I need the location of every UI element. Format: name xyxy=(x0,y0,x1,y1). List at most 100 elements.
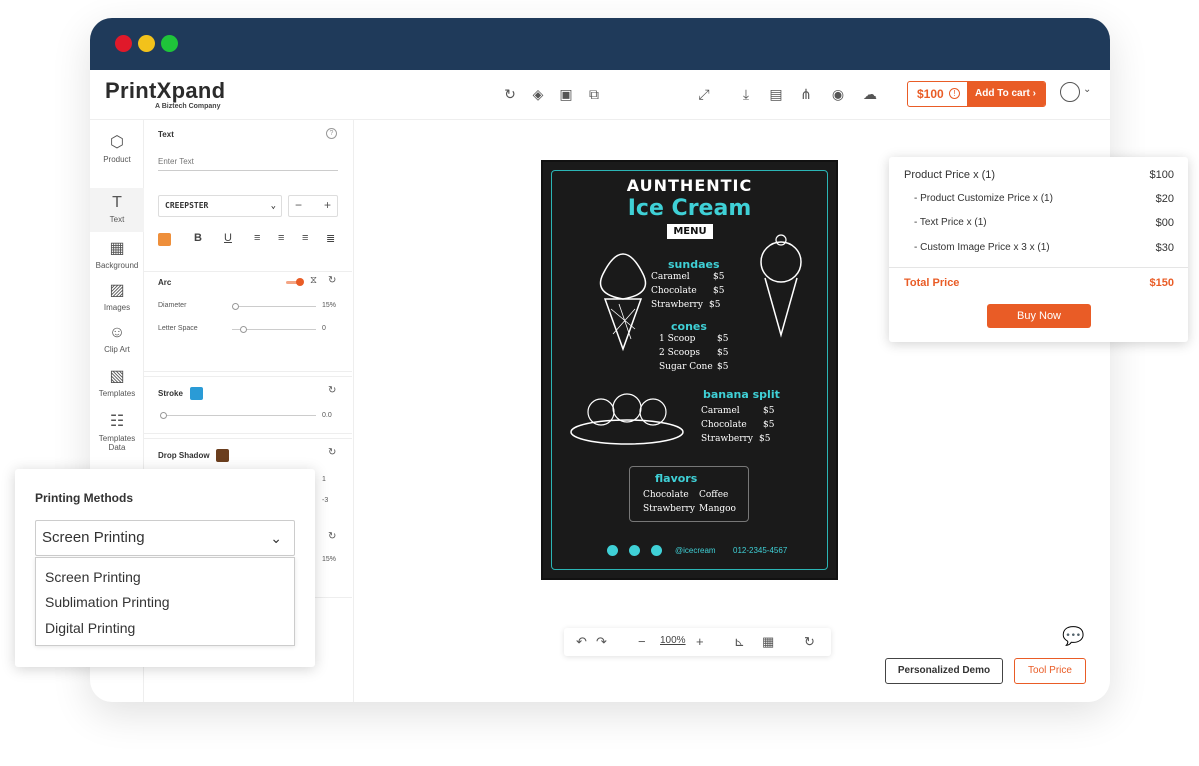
total-price-value: $150 xyxy=(1149,277,1174,289)
sundae-price-3: $5 xyxy=(709,300,721,310)
user-avatar-icon[interactable] xyxy=(1060,82,1080,102)
text-section: Text ? CREEPSTER ⌄ − + B U ≡ ≡ ≡ ≣ xyxy=(144,120,352,272)
help-icon[interactable]: ? xyxy=(326,128,337,139)
poster-title-1: AUNTHENTIC xyxy=(626,176,753,195)
minimize-window-button[interactable] xyxy=(138,35,155,52)
sidebar-item-templates-data[interactable]: ☷ Templates Data xyxy=(90,413,144,459)
reset-arc-icon[interactable]: ↻ xyxy=(328,275,336,286)
arc-toggle[interactable] xyxy=(286,278,304,286)
text-icon: T xyxy=(112,194,122,211)
redo-icon[interactable]: ↷ xyxy=(596,634,607,650)
plus-icon[interactable]: + xyxy=(324,198,331,212)
align-left-icon[interactable]: ≡ xyxy=(254,232,260,244)
sundae-item-3: Strawberry xyxy=(651,300,703,310)
info-icon[interactable]: ! xyxy=(949,88,960,99)
reset-view-icon[interactable]: ↻ xyxy=(804,634,815,650)
align-center-icon[interactable]: ≡ xyxy=(278,232,284,244)
zoom-level[interactable]: 100% xyxy=(660,635,686,646)
product-price-value: $100 xyxy=(1149,169,1174,181)
preview-eye-icon[interactable]: ◉ xyxy=(830,86,846,102)
flavor-4: Mangoo xyxy=(699,504,736,514)
option-sublimation-printing[interactable]: Sublimation Printing xyxy=(45,594,170,610)
font-select[interactable]: CREEPSTER ⌄ xyxy=(158,195,282,217)
duplicate-icon[interactable]: ⧉ xyxy=(586,86,602,102)
text-input[interactable] xyxy=(158,153,338,171)
poster-title-2: Ice Cream xyxy=(627,196,752,221)
price-breakdown-popup: Product Price x (1) $100 - Product Custo… xyxy=(889,157,1188,342)
reset-shadow-icon[interactable]: ↻ xyxy=(328,447,336,458)
shadow-color-swatch[interactable] xyxy=(216,449,229,462)
chat-icon[interactable]: 💬 xyxy=(1062,626,1084,647)
maximize-window-button[interactable] xyxy=(161,35,178,52)
sidebar-item-background[interactable]: ▦ Background xyxy=(90,240,144,280)
download-icon[interactable]: ⤓ xyxy=(738,86,754,102)
divider xyxy=(889,267,1188,268)
fullscreen-icon[interactable]: ⤢ xyxy=(696,86,712,102)
stroke-slider-handle[interactable] xyxy=(160,412,167,419)
font-size-stepper[interactable]: − + xyxy=(288,195,338,217)
sundae-price-2: $5 xyxy=(713,286,725,296)
cloud-icon[interactable]: ☁ xyxy=(862,86,878,102)
grid-icon[interactable]: ▦ xyxy=(762,634,774,650)
diameter-slider-handle[interactable] xyxy=(232,303,239,310)
cube-icon: ⬡ xyxy=(110,134,124,151)
phone-number: 012-2345-4567 xyxy=(733,546,788,555)
refresh-icon[interactable]: ↻ xyxy=(502,86,518,102)
menu-poster[interactable]: AUNTHENTIC Ice Cream MENU sundaes Carame… xyxy=(541,160,838,580)
logo: PrintXpand xyxy=(105,78,226,103)
align-right-icon[interactable]: ≡ xyxy=(302,232,308,244)
buy-now-button[interactable]: Buy Now xyxy=(987,304,1091,328)
chevron-down-icon[interactable]: ⌄ xyxy=(1083,84,1091,95)
sidebar-item-label: Images xyxy=(103,303,131,312)
stroke-title: Stroke xyxy=(158,389,183,398)
custom-image-price-value: $30 xyxy=(1155,242,1174,254)
templates-data-icon: ☷ xyxy=(109,413,125,430)
custom-image-price-label: - Custom Image Price x 3 x (1) xyxy=(914,242,1050,253)
sidebar-item-images[interactable]: ▨ Images xyxy=(90,282,144,322)
customize-price-label: - Product Customize Price x (1) xyxy=(914,193,1053,204)
text-price-value: $00 xyxy=(1155,217,1174,229)
sidebar-item-text[interactable]: T Text xyxy=(90,188,144,232)
cone-price-1: $5 xyxy=(717,334,729,344)
sidebar-item-templates[interactable]: ▧ Templates xyxy=(90,368,144,408)
flip-arc-icon[interactable]: ⧖ xyxy=(310,275,317,286)
layers-icon[interactable]: ◈ xyxy=(530,86,546,102)
option-screen-printing[interactable]: Screen Printing xyxy=(45,569,141,585)
text-price-label: - Text Price x (1) xyxy=(914,217,987,228)
cone-item-1: 1 Scoop xyxy=(659,334,696,344)
ruler-icon[interactable]: ⊾ xyxy=(734,634,745,650)
personalized-demo-button[interactable]: Personalized Demo xyxy=(885,658,1003,684)
text-color-swatch[interactable] xyxy=(158,233,171,246)
letter-space-slider[interactable] xyxy=(232,326,316,333)
sidebar-item-label: Clip Art xyxy=(104,345,130,354)
frame-icon[interactable]: ▣ xyxy=(558,86,574,102)
stroke-color-swatch[interactable] xyxy=(190,387,203,400)
add-to-cart-button[interactable]: Add To cart › xyxy=(967,82,1045,106)
logo-subtitle: A Biztech Company xyxy=(155,103,221,110)
sundae-item-2: Chocolate xyxy=(651,286,697,296)
justify-icon[interactable]: ≣ xyxy=(326,232,335,245)
undo-icon[interactable]: ↶ xyxy=(576,634,587,650)
diameter-slider[interactable] xyxy=(232,303,316,310)
close-window-button[interactable] xyxy=(115,35,132,52)
reset-blur-icon[interactable]: ↻ xyxy=(328,531,336,542)
sidebar-item-product[interactable]: ⬡ Product xyxy=(90,134,144,178)
letter-space-slider-handle[interactable] xyxy=(240,326,247,333)
tool-price-button[interactable]: Tool Price xyxy=(1014,658,1086,684)
share-icon[interactable]: ⋔ xyxy=(798,86,814,102)
option-digital-printing[interactable]: Digital Printing xyxy=(45,620,135,636)
stroke-slider[interactable] xyxy=(160,412,316,419)
sidebar-item-clip-art[interactable]: ☺ Clip Art xyxy=(90,324,144,364)
underline-icon[interactable]: U xyxy=(224,232,232,244)
reset-stroke-icon[interactable]: ↻ xyxy=(328,385,336,396)
printing-method-select[interactable]: Screen Printing ⌄ xyxy=(35,520,295,556)
bold-icon[interactable]: B xyxy=(194,232,202,244)
cone-item-3: Sugar Cone xyxy=(659,362,713,372)
minus-icon[interactable]: − xyxy=(295,198,302,212)
zoom-in-icon[interactable]: + xyxy=(696,634,704,650)
cones-heading: cones xyxy=(671,320,707,333)
zoom-out-icon[interactable]: − xyxy=(638,634,646,650)
flavors-heading: flavors xyxy=(655,472,698,485)
save-icon[interactable]: ▤ xyxy=(768,86,784,102)
banana-item-1: Caramel xyxy=(701,406,740,416)
